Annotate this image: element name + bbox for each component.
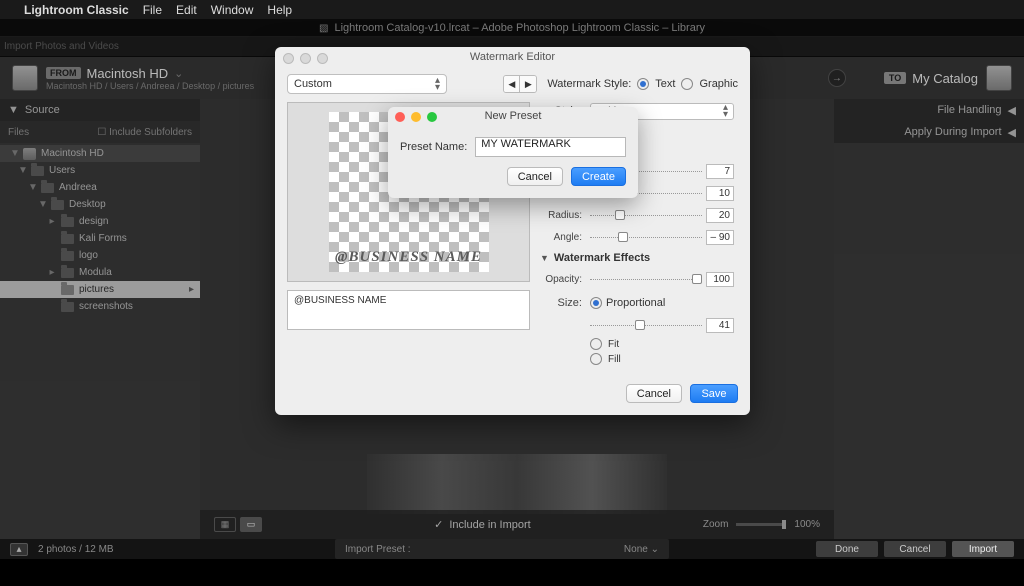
editor-cancel-button[interactable]: Cancel	[626, 384, 682, 403]
done-button[interactable]: Done	[816, 541, 878, 557]
size-fill-radio[interactable]	[590, 353, 602, 365]
preview-toolbar: ▦ ▭ ✓Include in Import Zoom 100%	[200, 510, 834, 539]
value-top[interactable]: 7	[706, 164, 734, 179]
next-page-icon: ▶	[520, 76, 536, 92]
expand-button[interactable]: ▴	[10, 543, 28, 556]
window-title-text: Lightroom Catalog-v10.lrcat – Adobe Phot…	[319, 22, 705, 34]
menu-help[interactable]: Help	[267, 3, 292, 17]
folder-icon	[41, 183, 54, 193]
wm-style-label: Watermark Style:	[547, 78, 631, 90]
hdd-icon	[23, 148, 36, 160]
window-titlebar: Lightroom Catalog-v10.lrcat – Adobe Phot…	[0, 19, 1024, 37]
tree-andreea[interactable]: ▼Andreea	[0, 179, 200, 196]
sheet-cancel-button[interactable]: Cancel	[507, 167, 563, 186]
offset-value[interactable]: 10	[706, 186, 734, 201]
radius-value[interactable]: 20	[706, 208, 734, 223]
sheet-create-button[interactable]: Create	[571, 167, 626, 186]
watermark-editor-dialog: Watermark Editor Custom▴▾ ◀▶ Watermark S…	[275, 47, 750, 415]
right-panels: File Handling◀ Apply During Import◀	[834, 99, 1024, 539]
apply-during-import-panel[interactable]: Apply During Import◀	[834, 121, 1024, 143]
prev-page-icon: ◀	[504, 76, 520, 92]
opacity-value[interactable]: 100	[706, 272, 734, 287]
file-handling-panel[interactable]: File Handling◀	[834, 99, 1024, 121]
tree-screenshots[interactable]: screenshots	[0, 298, 200, 315]
sheet-title: New Preset	[388, 110, 638, 122]
radius-label: Radius:	[540, 210, 582, 221]
folder-icon	[51, 200, 64, 210]
preset-name-input[interactable]: MY WATERMARK	[475, 137, 626, 157]
menu-edit[interactable]: Edit	[176, 3, 197, 17]
include-in-import[interactable]: ✓Include in Import	[434, 518, 531, 531]
tree-pictures[interactable]: pictures▸	[0, 281, 200, 298]
angle-slider[interactable]	[590, 230, 702, 244]
grid-view-button[interactable]: ▦	[214, 517, 236, 532]
size-slider[interactable]	[590, 318, 702, 332]
mac-menu-bar: Lightroom Classic File Edit Window Help	[0, 0, 1024, 19]
tree-logo[interactable]: logo	[0, 247, 200, 264]
wm-style-graphic-radio[interactable]	[681, 78, 693, 90]
angle-label: Angle:	[540, 232, 582, 243]
opacity-label: Opacity:	[540, 274, 582, 285]
preset-name-label: Preset Name:	[400, 141, 467, 153]
folder-icon	[61, 217, 74, 227]
zoom-slider[interactable]	[736, 523, 786, 526]
radius-slider[interactable]	[590, 208, 702, 222]
footer-bar: ▴ 2 photos / 12 MB Import Preset : None …	[0, 539, 1024, 559]
folder-icon	[61, 285, 74, 295]
background-thumbnail	[367, 454, 667, 514]
cancel-button[interactable]: Cancel	[884, 541, 946, 557]
watermark-preview-text: @BUSINESS NAME	[335, 249, 482, 266]
folder-icon	[61, 251, 74, 261]
new-preset-dialog: New Preset Preset Name: MY WATERMARK Can…	[388, 107, 638, 198]
tree-desktop[interactable]: ▼Desktop	[0, 196, 200, 213]
loupe-view-button[interactable]: ▭	[240, 517, 262, 532]
catalog-icon	[986, 65, 1012, 91]
page-nav[interactable]: ◀▶	[503, 75, 537, 93]
editor-title: Watermark Editor	[275, 51, 750, 63]
menu-window[interactable]: Window	[211, 3, 254, 17]
files-label: Files	[8, 127, 29, 138]
import-preset-bar[interactable]: Import Preset : None ⌄	[335, 539, 669, 559]
tree-root[interactable]: ▼Macintosh HD	[0, 145, 200, 162]
source-drive[interactable]: Macintosh HD	[87, 66, 169, 81]
zoom-label: Zoom	[703, 519, 729, 530]
from-badge: FROM	[46, 67, 81, 79]
wm-style-text-radio[interactable]	[637, 78, 649, 90]
size-value[interactable]: 41	[706, 318, 734, 333]
status-text: 2 photos / 12 MB	[38, 544, 114, 555]
breadcrumb: Macintosh HD / Users / Andreea / Desktop…	[46, 81, 254, 91]
editor-save-button[interactable]: Save	[690, 384, 738, 403]
tree-design[interactable]: ▸design	[0, 213, 200, 230]
angle-value[interactable]: – 90	[706, 230, 734, 245]
tree-kali[interactable]: Kali Forms	[0, 230, 200, 247]
folder-icon	[61, 302, 74, 312]
folder-icon	[61, 234, 74, 244]
menu-app-name[interactable]: Lightroom Classic	[24, 3, 129, 17]
folder-icon	[61, 268, 74, 278]
to-badge: TO	[884, 72, 906, 84]
size-fit-radio[interactable]	[590, 338, 602, 350]
watermark-text-input[interactable]: @BUSINESS NAME	[287, 290, 530, 330]
watermark-preset-select[interactable]: Custom▴▾	[287, 74, 447, 94]
tree-modula[interactable]: ▸Modula	[0, 264, 200, 281]
tree-users[interactable]: ▼Users	[0, 162, 200, 179]
folder-tree: ▼Macintosh HD ▼Users ▼Andreea ▼Desktop ▸…	[0, 143, 200, 317]
source-panel: ▼Source Files ☐ Include Subfolders ▼Maci…	[0, 99, 200, 539]
size-label: Size:	[540, 297, 582, 309]
hd-icon	[12, 65, 38, 91]
include-subfolders[interactable]: ☐ Include Subfolders	[97, 127, 192, 138]
opacity-slider[interactable]	[590, 272, 702, 286]
chevron-down-icon[interactable]: ⌄	[174, 67, 183, 80]
dest-catalog[interactable]: My Catalog	[912, 71, 978, 86]
import-button[interactable]: Import	[952, 541, 1014, 557]
source-panel-header[interactable]: ▼Source	[0, 99, 200, 121]
zoom-value: 100%	[794, 519, 820, 530]
folder-icon	[31, 166, 44, 176]
effects-section-header[interactable]: ▼Watermark Effects	[540, 252, 734, 264]
menu-file[interactable]: File	[143, 3, 162, 17]
size-proportional-radio[interactable]	[590, 297, 602, 309]
dest-back-button[interactable]: →	[828, 69, 846, 87]
